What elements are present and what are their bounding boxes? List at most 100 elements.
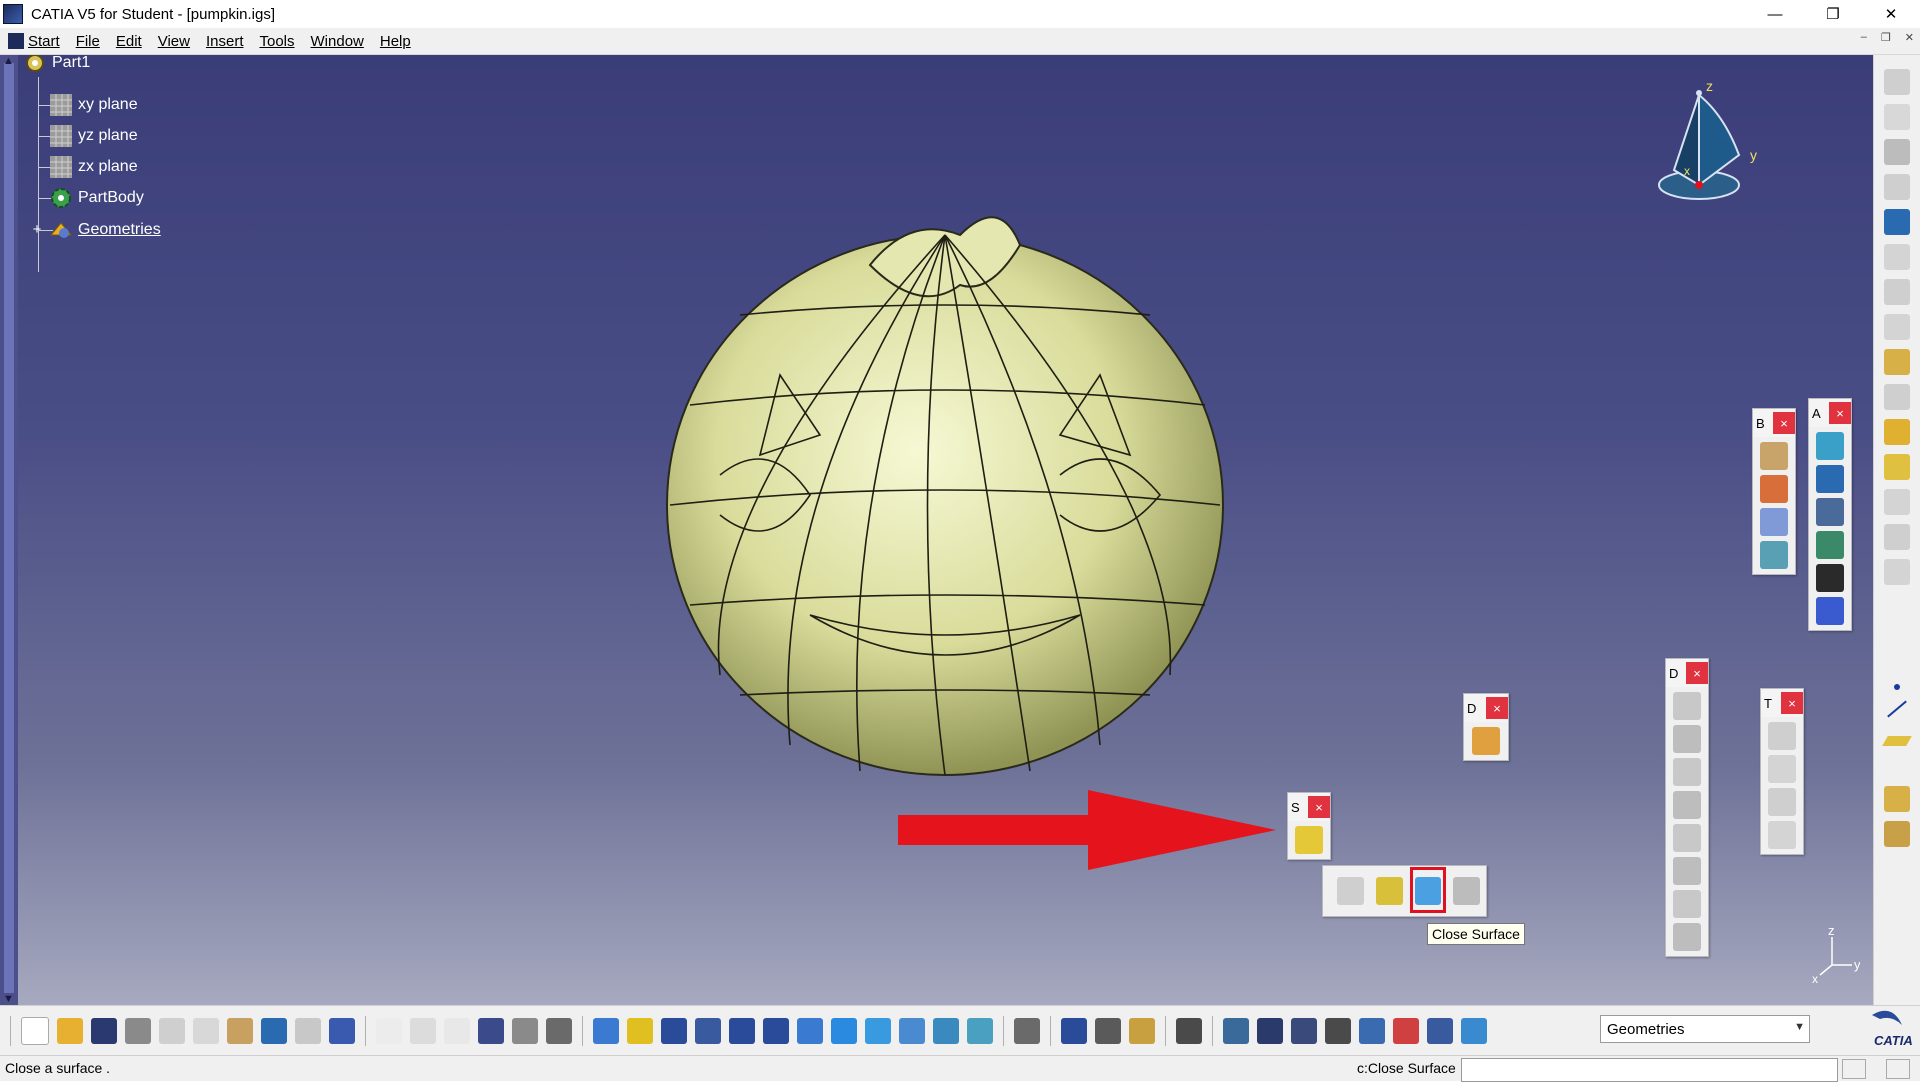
zoom-out-icon[interactable] [763, 1018, 789, 1044]
close-toolbar-a-button[interactable]: × [1829, 402, 1851, 424]
rib-icon[interactable] [1673, 857, 1701, 885]
zoom-in-icon[interactable] [729, 1018, 755, 1044]
redo-icon[interactable] [295, 1018, 321, 1044]
sew-surface-icon[interactable] [1453, 877, 1480, 905]
pad-tool-icon[interactable] [1884, 174, 1910, 200]
menu-start[interactable]: Start [0, 33, 68, 50]
line-icon[interactable] [1887, 700, 1907, 718]
constraint-icon[interactable] [1061, 1018, 1087, 1044]
grid-icon[interactable] [1325, 1018, 1351, 1044]
slot-icon[interactable] [1673, 890, 1701, 918]
toolbar-s[interactable]: S × [1287, 792, 1331, 860]
toolbar-a[interactable]: A × [1808, 398, 1852, 631]
settings-gear-icon[interactable] [1884, 69, 1910, 95]
analysis-icon[interactable] [1816, 432, 1844, 460]
sheet-metal-icon[interactable] [1884, 209, 1910, 235]
3d-viewport[interactable]: ▲ ▼ Part1 xy plane yz plane zx plane Par… [0, 55, 1874, 1005]
point-icon[interactable] [1894, 684, 1900, 690]
rotate-view-icon[interactable] [1223, 1018, 1249, 1044]
pan-icon[interactable] [661, 1018, 687, 1044]
sketcher-icon[interactable] [1884, 104, 1910, 130]
fit-all-icon[interactable] [627, 1018, 653, 1044]
law-icon[interactable] [512, 1018, 538, 1044]
fly-mode-icon[interactable] [593, 1018, 619, 1044]
update-icon[interactable] [1014, 1018, 1040, 1044]
curvature-icon[interactable] [1816, 498, 1844, 526]
surface-based-features-icon[interactable] [1295, 826, 1323, 854]
geometry-set-icon[interactable] [1461, 1018, 1487, 1044]
layer-icon[interactable] [1427, 1018, 1453, 1044]
swap-space-icon[interactable] [967, 1018, 993, 1044]
knowledge-advisor-icon[interactable] [410, 1018, 436, 1044]
tree-item-partbody[interactable]: PartBody [48, 183, 144, 213]
rotate-icon[interactable] [695, 1018, 721, 1044]
print-icon[interactable] [125, 1018, 151, 1044]
menu-help[interactable]: Help [372, 33, 419, 50]
hole-tool-icon[interactable] [1884, 279, 1910, 305]
thread-icon[interactable] [1816, 531, 1844, 559]
tree-item-xy-plane[interactable]: xy plane [48, 90, 138, 120]
close-toolbar-b-button[interactable]: × [1773, 412, 1795, 434]
extrude-icon[interactable] [1884, 786, 1910, 812]
toolbar-d-tall[interactable]: D × [1665, 658, 1709, 957]
open-icon[interactable] [57, 1018, 83, 1044]
menu-file[interactable]: File [68, 33, 108, 50]
tree-item-zx-plane[interactable]: zx plane [48, 152, 138, 182]
pumpkin-surface-model[interactable] [660, 175, 1230, 795]
maximize-button[interactable]: ❐ [1804, 0, 1862, 28]
command-input[interactable] [1461, 1058, 1838, 1082]
plane-tool-icon[interactable] [1882, 736, 1912, 746]
chevron-down-icon[interactable]: ▼ [1794, 1021, 1805, 1033]
stiffener-icon[interactable] [1673, 923, 1701, 951]
apply-material-icon[interactable] [1129, 1018, 1155, 1044]
copy-icon[interactable] [193, 1018, 219, 1044]
geometry-set-dropdown[interactable]: Geometries ▼ [1600, 1015, 1810, 1043]
tree-scrollbar[interactable]: ▲ ▼ [0, 55, 18, 1005]
hole-icon[interactable] [1673, 824, 1701, 852]
mirror-icon[interactable] [1768, 755, 1796, 783]
pattern-icon[interactable] [1816, 597, 1844, 625]
doc-minimize-button[interactable]: – [1861, 31, 1867, 44]
tree-item-geometries[interactable]: Geometries [48, 215, 161, 245]
pad-icon[interactable] [1673, 692, 1701, 720]
globe-icon[interactable] [1257, 1018, 1283, 1044]
thickness-icon[interactable] [1884, 454, 1910, 480]
iso-view-icon[interactable] [865, 1018, 891, 1044]
measure-icon[interactable] [1816, 564, 1844, 592]
hide-show-icon[interactable] [933, 1018, 959, 1044]
groove-icon[interactable] [1673, 791, 1701, 819]
close-toolbar-t-button[interactable]: × [1781, 692, 1803, 714]
draft-icon[interactable] [1884, 419, 1910, 445]
scroll-down-arrow-icon[interactable]: ▼ [3, 993, 14, 1005]
macros-icon[interactable] [444, 1018, 470, 1044]
close-window-button[interactable]: ✕ [1862, 0, 1920, 28]
chamfer-icon[interactable] [1884, 384, 1910, 410]
shell-icon[interactable] [1884, 314, 1910, 340]
close-toolbar-d-tall-button[interactable]: × [1686, 662, 1708, 684]
offset-icon[interactable] [1884, 821, 1910, 847]
menu-tools[interactable]: Tools [251, 33, 302, 50]
close-toolbar-s-button[interactable]: × [1308, 796, 1330, 818]
remove-lump-icon[interactable] [1760, 541, 1788, 569]
status-button-1[interactable] [1842, 1059, 1866, 1079]
scrollbar-track[interactable] [4, 63, 14, 993]
boolean-icon[interactable] [1760, 442, 1788, 470]
menu-insert[interactable]: Insert [198, 33, 252, 50]
multi-view-icon[interactable] [831, 1018, 857, 1044]
design-table-icon[interactable] [478, 1018, 504, 1044]
exit-workbench-icon[interactable] [1884, 139, 1910, 165]
work-on-support-icon[interactable] [1359, 1018, 1385, 1044]
close-toolbar-d-small-button[interactable]: × [1486, 697, 1508, 719]
shading-icon[interactable] [899, 1018, 925, 1044]
union-trim-icon[interactable] [1760, 508, 1788, 536]
toolbar-d-small[interactable]: D × [1463, 693, 1509, 761]
assemble-icon[interactable] [1760, 475, 1788, 503]
measure-tool-icon[interactable] [546, 1018, 572, 1044]
undo-icon[interactable] [261, 1018, 287, 1044]
capture-camera-icon[interactable] [1176, 1018, 1202, 1044]
thick-surface-icon[interactable] [1375, 877, 1403, 905]
toolbar-t[interactable]: T × [1760, 688, 1804, 855]
cut-icon[interactable] [159, 1018, 185, 1044]
shaft-icon[interactable] [1673, 758, 1701, 786]
doc-restore-button[interactable]: ❐ [1881, 31, 1891, 44]
